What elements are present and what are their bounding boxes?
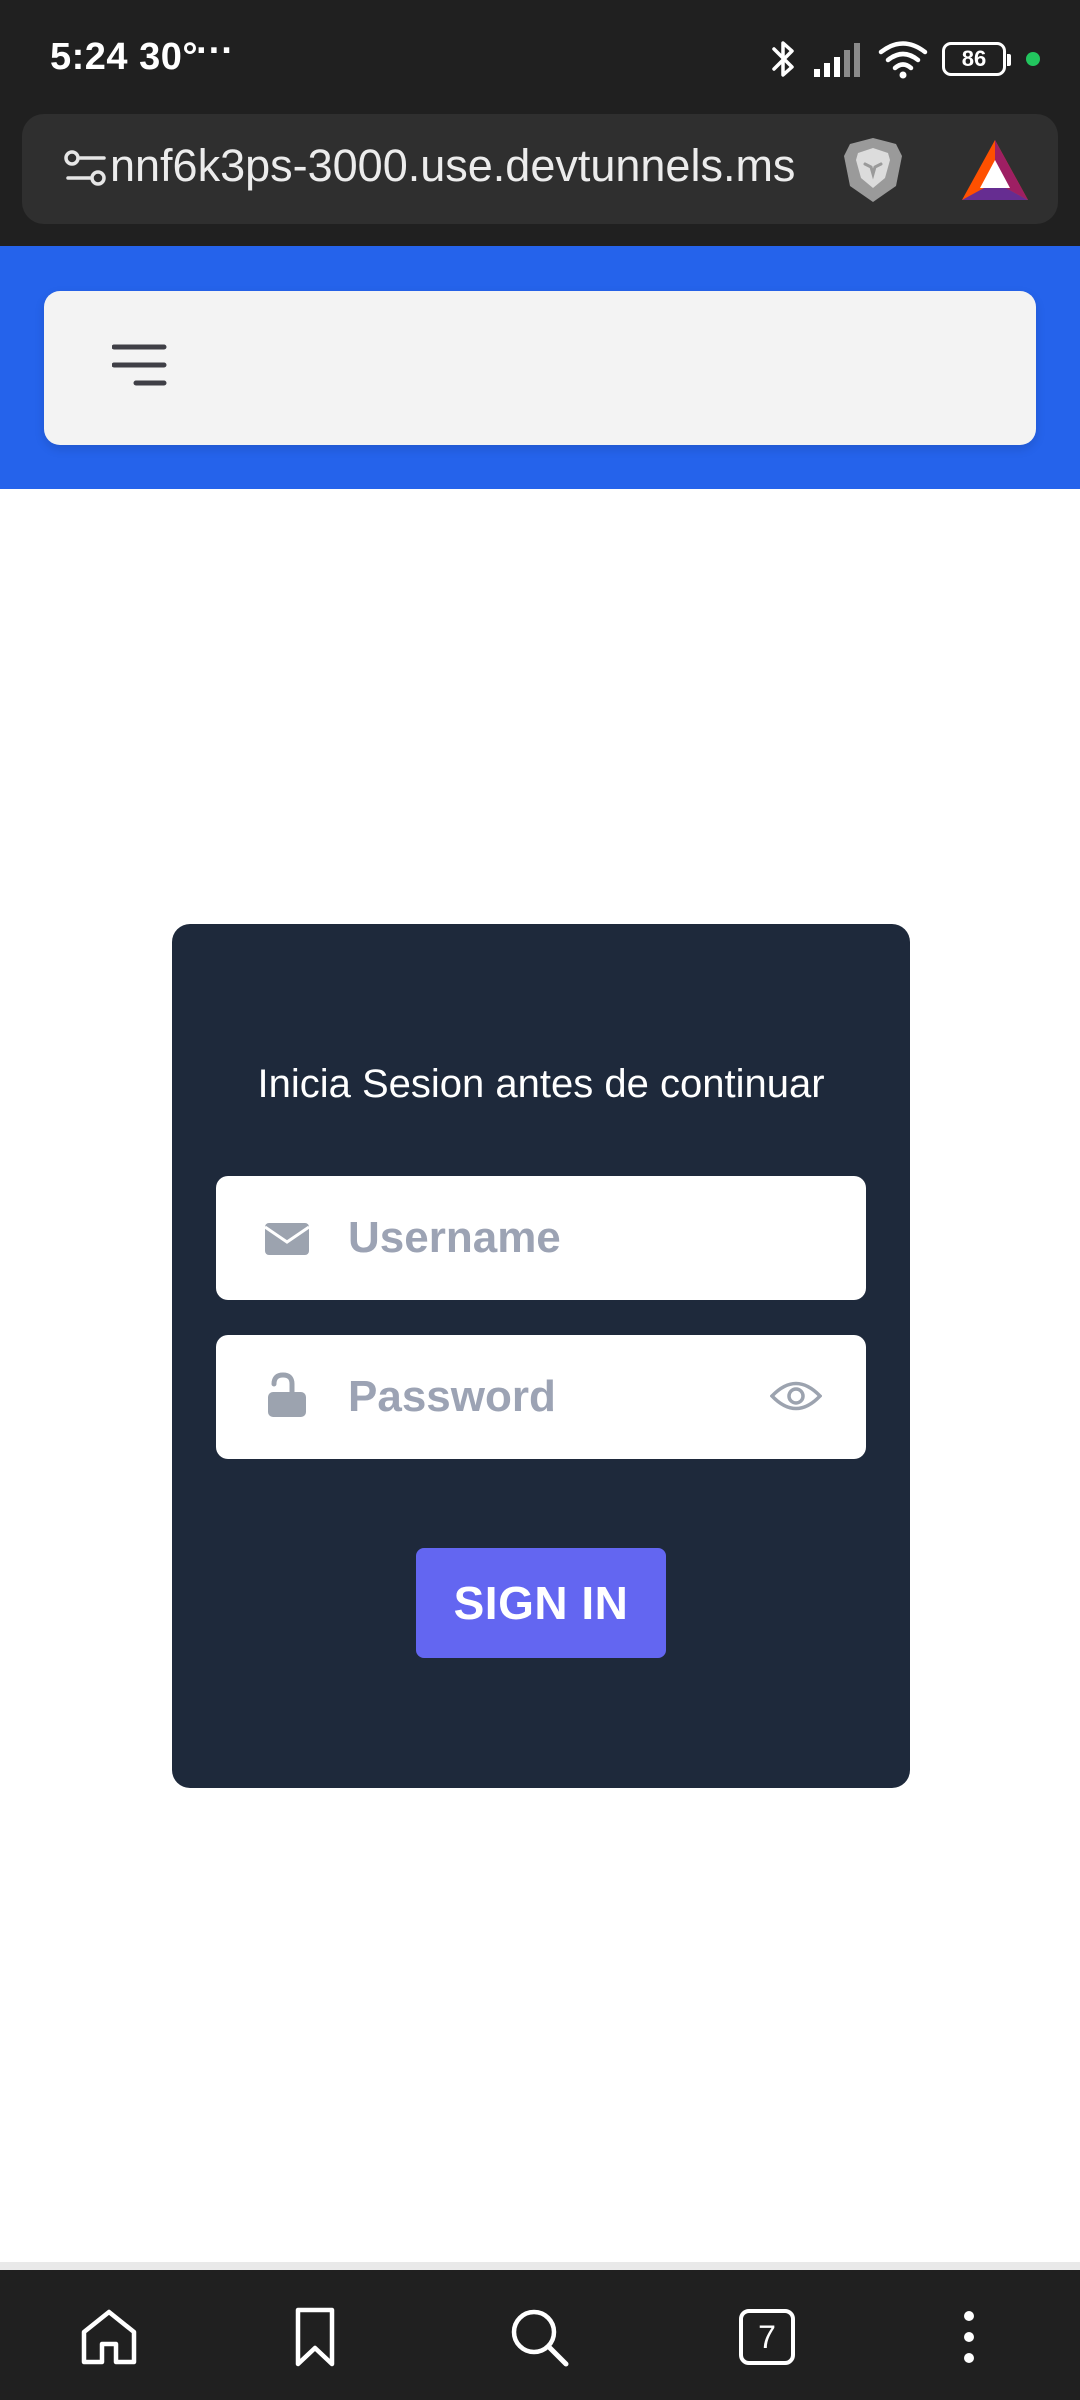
status-bar: 5:24 30° ··· 86 bbox=[0, 0, 1080, 112]
bookmark-icon[interactable] bbox=[284, 2306, 346, 2368]
home-icon[interactable] bbox=[78, 2306, 140, 2368]
status-icons: 86 bbox=[770, 36, 1040, 82]
wifi-icon bbox=[878, 41, 928, 79]
username-input[interactable] bbox=[348, 1198, 768, 1278]
cellular-signal-icon bbox=[814, 43, 860, 77]
page: 5:24 30° ··· 86 nnf6k3ps-3000.use.devtun… bbox=[0, 0, 1080, 2400]
tab-count: 7 bbox=[739, 2309, 795, 2365]
navbar bbox=[44, 291, 1036, 445]
brave-rewards-icon[interactable] bbox=[960, 138, 1030, 202]
bottom-divider bbox=[0, 2262, 1080, 2270]
login-heading: Inicia Sesion antes de continuar bbox=[257, 1062, 825, 1106]
hamburger-menu-icon[interactable] bbox=[112, 341, 168, 393]
unlocked-padlock-icon bbox=[268, 1372, 306, 1417]
browser-bottom-bar: 7 bbox=[0, 2270, 1080, 2400]
password-field[interactable] bbox=[216, 1335, 866, 1459]
more-options-icon[interactable] bbox=[938, 2306, 1000, 2368]
app-header bbox=[0, 246, 1080, 489]
status-time: 5:24 30° bbox=[50, 36, 198, 79]
show-password-eye-icon[interactable] bbox=[770, 1375, 822, 1417]
sign-in-button[interactable]: SIGN IN bbox=[416, 1548, 666, 1658]
battery-icon: 86 bbox=[942, 42, 1011, 76]
address-bar[interactable]: nnf6k3ps-3000.use.devtunnels.ms bbox=[22, 114, 1058, 224]
url-text[interactable]: nnf6k3ps-3000.use.devtunnels.ms bbox=[110, 140, 870, 192]
password-input[interactable] bbox=[348, 1357, 768, 1437]
brave-shields-icon[interactable] bbox=[838, 134, 908, 206]
browser-toolbar: nnf6k3ps-3000.use.devtunnels.ms bbox=[0, 112, 1080, 246]
battery-level: 86 bbox=[961, 46, 987, 71]
envelope-icon bbox=[264, 1223, 310, 1255]
site-settings-icon[interactable] bbox=[62, 144, 112, 194]
temperature: 30° bbox=[139, 36, 199, 78]
search-icon[interactable] bbox=[508, 2306, 570, 2368]
privacy-indicator-dot bbox=[1026, 52, 1040, 66]
bluetooth-icon bbox=[772, 41, 794, 77]
login-card: Inicia Sesion antes de continuar SIGN IN bbox=[172, 924, 910, 1788]
notification-overflow: ··· bbox=[196, 30, 234, 72]
clock: 5:24 bbox=[50, 36, 129, 78]
username-field[interactable] bbox=[216, 1176, 866, 1300]
tabs-icon[interactable]: 7 bbox=[736, 2306, 798, 2368]
